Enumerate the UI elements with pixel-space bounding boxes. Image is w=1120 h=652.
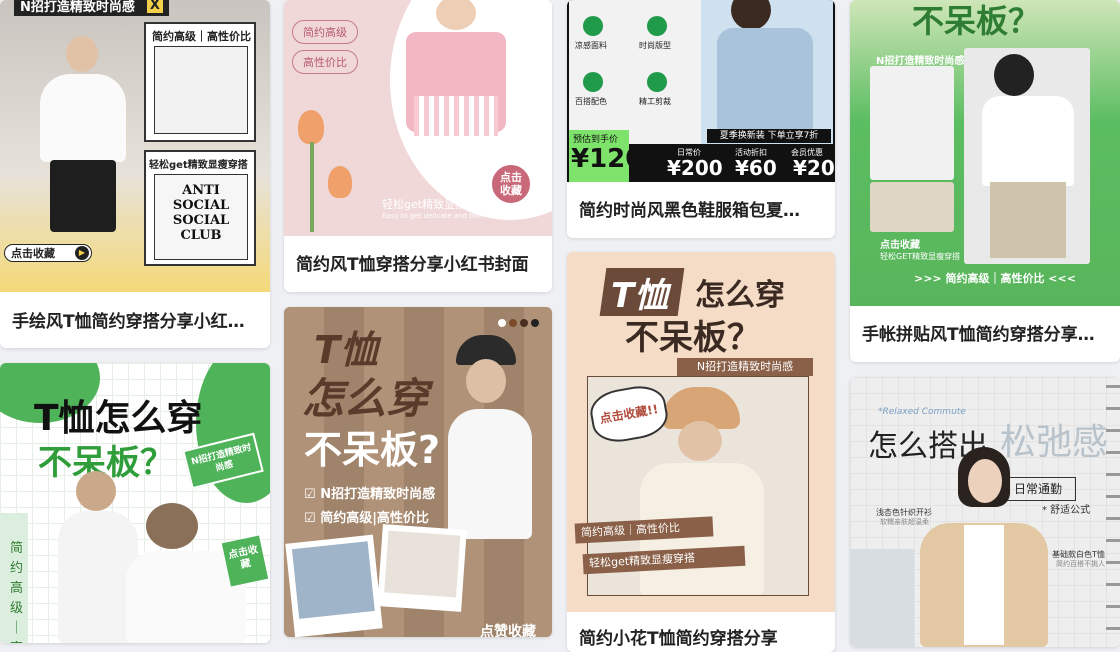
en-label: *Relaxed Commute (878, 407, 966, 417)
polaroid-1 (285, 534, 383, 637)
card-3-thumbnail[interactable]: 凉感面料 时尚版型 百搭配色 精工剪裁 夏季换新装 下单立享7折 预估到手价 ¥… (567, 0, 835, 182)
tag-box-1: 简约高级｜高性价比 (144, 22, 256, 142)
card-5-thumbnail[interactable]: T恤怎么穿 不呆板？ N招打造精致时尚感 简约高级｜高 点击收藏 (0, 363, 270, 643)
subline-en: Easy to get delicate and thin (382, 212, 483, 220)
play-icon: ▶ (75, 246, 89, 260)
check-icon: ☑ (304, 487, 321, 502)
card-1-caption[interactable]: 手绘风T恤简约穿搭分享小红… (12, 307, 258, 332)
card-title-2: 怎么穿 (695, 278, 785, 313)
dots-icon (498, 319, 539, 327)
card-3[interactable]: 凉感面料 时尚版型 百搭配色 精工剪裁 夏季换新装 下单立享7折 预估到手价 ¥… (567, 0, 835, 238)
card-6-thumbnail[interactable]: T恤 怎么穿 不呆板? ☑ N招打造精致时尚感 ☑ 简约高级|高性价比 点赞收藏 (284, 307, 552, 637)
card-title-1: T恤怎么穿 (34, 398, 203, 439)
card-2-thumbnail[interactable]: 简约高级 高性价比 轻松get精致显瘦穿搭 Easy to get delica… (284, 0, 552, 236)
banner: N招打造精致时尚感 X (14, 0, 169, 16)
click-save-badge[interactable]: 点击收藏 (490, 163, 532, 205)
shirt-text-line: SOCIAL (172, 213, 230, 228)
click-save-button[interactable]: 点击收藏 ▶ (4, 244, 92, 262)
check-1: ☑ N招打造精致时尚感 (304, 487, 436, 502)
card-5[interactable]: T恤怎么穿 不呆板？ N招打造精致时尚感 简约高级｜高 点击收藏 (0, 363, 270, 643)
card-7-thumbnail[interactable]: T恤 怎么穿 不呆板？ N招打造精致时尚感 点击收藏!! 简约高级｜高性价比 轻… (567, 252, 835, 612)
card-title-3: 不呆板? (304, 428, 441, 472)
model-photo (912, 447, 1052, 647)
card-8-thumbnail[interactable]: *Relaxed Commute 怎么搭出 松弛感 日常通勤 * 舒适公式 浅杏… (850, 377, 1120, 647)
card-7-caption[interactable]: 简约小花T恤简约穿搭分享 (579, 624, 823, 649)
tag-value: 高性价比 (292, 50, 358, 74)
card-4-thumbnail[interactable]: 不呆板？ N招打造精致时尚感 点击收藏 轻松GET精致显瘦穿搭 >>> 简约高级… (850, 0, 1120, 306)
card-1[interactable]: N招打造精致时尚感 X 简约高级｜高性价比 轻松get精致显瘦穿搭 ANTI S… (0, 0, 270, 348)
card-4-caption[interactable]: 手帐拼贴风T恤简约穿搭分享… (862, 320, 1108, 345)
card-7[interactable]: T恤 怎么穿 不呆板？ N招打造精致时尚感 点击收藏!! 简约高级｜高性价比 轻… (567, 252, 835, 652)
model-photo (432, 333, 544, 543)
card-3-caption[interactable]: 简约时尚风黑色鞋服箱包夏… (579, 196, 823, 221)
card-title-3: 不呆板？ (625, 318, 761, 358)
tag-simple: 简约高级 (292, 20, 358, 44)
subtitle-bar: N招打造精致时尚感 (677, 358, 813, 376)
card-4[interactable]: 不呆板？ N招打造精致时尚感 点击收藏 轻松GET精致显瘦穿搭 >>> 简约高级… (850, 0, 1120, 362)
check-icon: ☑ (304, 511, 321, 526)
card-subtitle: N招打造精致时尚感 (876, 56, 965, 67)
bottom-tag: >>> 简约高级｜高性价比 <<< (914, 272, 1076, 285)
promo-bar: 夏季换新装 下单立享7折 (707, 129, 831, 143)
shirt-text-line: SOCIAL (172, 198, 230, 213)
card-title: 不呆板？ (912, 2, 1041, 40)
close-icon[interactable]: X (146, 0, 163, 13)
note-2-sub: 简约百搭不挑人 (1056, 560, 1105, 568)
shirt-text-line: ANTI (182, 183, 220, 198)
office-photo (850, 549, 914, 647)
price-block: 预估到手价 ¥120 (569, 130, 643, 182)
click-save-sticker[interactable]: 点击收藏 (221, 535, 269, 587)
card-6[interactable]: T恤 怎么穿 不呆板? ☑ N招打造精致时尚感 ☑ 简约高级|高性价比 点赞收藏 (284, 307, 552, 637)
side-text: 简约高级｜高 (10, 541, 24, 643)
subline: 轻松get精致显瘦穿搭 (382, 198, 489, 211)
bottom-label: 点赞收藏 (480, 624, 536, 637)
check-2: ☑ 简约高级|高性价比 (304, 511, 429, 526)
card-2-caption[interactable]: 简约风T恤穿搭分享小红书封面 (296, 250, 540, 275)
shirt-text-line: CLUB (180, 228, 222, 243)
binder-rings (1106, 385, 1120, 635)
card-8[interactable]: *Relaxed Commute 怎么搭出 松弛感 日常通勤 * 舒适公式 浅杏… (850, 377, 1120, 647)
model-photo (30, 30, 140, 260)
card-2[interactable]: 简约高级 高性价比 轻松get精致显瘦穿搭 Easy to get delica… (284, 0, 552, 292)
card-title-2: 怎么穿 (302, 374, 429, 423)
feature-grid: 凉感面料 时尚版型 百搭配色 精工剪裁 (575, 12, 701, 112)
polaroid-2 (377, 524, 467, 612)
model-photo (707, 0, 825, 140)
card-1-thumbnail[interactable]: N招打造精致时尚感 X 简约高级｜高性价比 轻松get精致显瘦穿搭 ANTI S… (0, 0, 270, 292)
tag-box-2: 轻松get精致显瘦穿搭 ANTI SOCIAL SOCIAL CLUB (144, 150, 256, 266)
click-save-label[interactable]: 点击收藏 (880, 236, 920, 251)
click-save-sub: 轻松GET精致显瘦穿搭 (880, 252, 961, 261)
tulip-flowers (290, 110, 360, 232)
